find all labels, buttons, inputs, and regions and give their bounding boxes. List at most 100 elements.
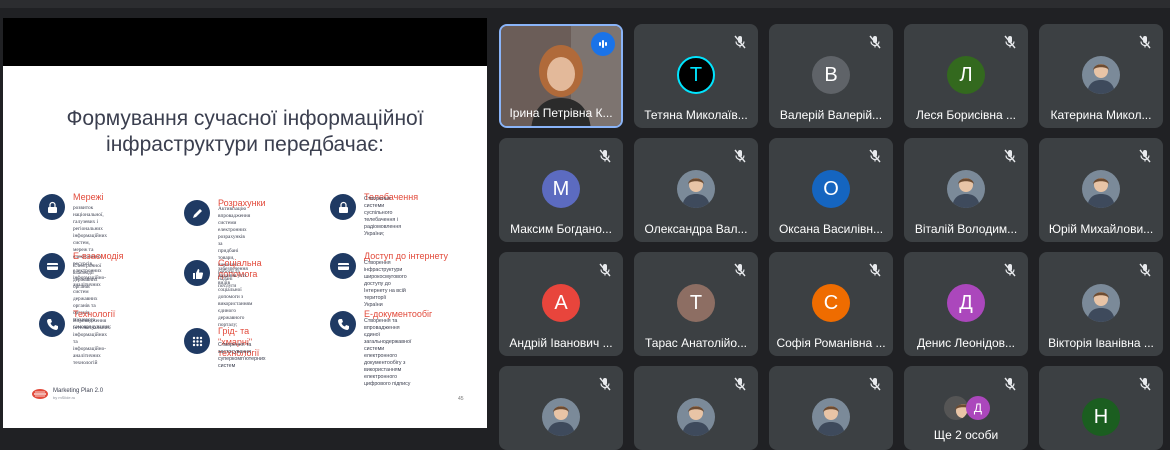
category-title: Е-взаємодія bbox=[73, 251, 124, 261]
participant-tile[interactable] bbox=[634, 366, 758, 450]
participant-name: Вікторія Іванівна ... bbox=[1048, 336, 1154, 350]
mic-off-icon bbox=[597, 376, 613, 392]
mic-off-icon bbox=[867, 376, 883, 392]
participant-name: Андрій Іванович ... bbox=[509, 336, 613, 350]
participant-name: Тетяна Миколаїв... bbox=[644, 108, 748, 122]
participant-tile[interactable]: Вікторія Іванівна ... bbox=[1039, 252, 1163, 356]
participant-tile[interactable]: Юрій Михайлови... bbox=[1039, 138, 1163, 242]
top-bar bbox=[0, 0, 1170, 8]
mic-off-icon bbox=[1137, 262, 1153, 278]
mic-off-icon bbox=[1137, 148, 1153, 164]
mic-off-icon bbox=[1002, 148, 1018, 164]
participant-tile[interactable]: Катерина Микол... bbox=[1039, 24, 1163, 128]
participant-tile[interactable]: А Андрій Іванович ... bbox=[499, 252, 623, 356]
category-description: забезпечення надання усіх видів соціальн… bbox=[218, 266, 253, 328]
avatar: Д bbox=[966, 396, 990, 420]
avatar bbox=[947, 170, 985, 208]
participant-name: Денис Леонідов... bbox=[916, 336, 1016, 350]
mic-off-icon bbox=[597, 262, 613, 278]
participant-name: Віталій Володим... bbox=[914, 222, 1018, 236]
participant-tile[interactable]: T Тетяна Миколаїв... bbox=[634, 24, 758, 128]
footer-brand: Marketing Plan 2.0 bbox=[53, 388, 104, 394]
mic-off-icon bbox=[597, 148, 613, 164]
category-description: Впровадження інтелектуальних інформаційн… bbox=[73, 318, 111, 366]
mic-off-icon bbox=[1002, 262, 1018, 278]
slide-title-line1: Формування сучасної інформаційної bbox=[66, 107, 424, 130]
participant-name: Леся Борисівна ... bbox=[916, 108, 1016, 122]
participant-tile[interactable]: Д Ще 2 особи bbox=[904, 366, 1028, 450]
slide: Формування сучасної інформаційної інфрас… bbox=[3, 66, 487, 428]
meeting-stage: Формування сучасної інформаційної інфрас… bbox=[0, 0, 1170, 450]
avatar-group: Д bbox=[944, 396, 990, 422]
avatar: О bbox=[812, 170, 850, 208]
presentation-area[interactable]: Формування сучасної інформаційної інфрас… bbox=[3, 18, 487, 428]
participant-tile[interactable]: Віталій Володим... bbox=[904, 138, 1028, 242]
category-description: Створення системи суспільного телебаченн… bbox=[364, 196, 402, 237]
participant-tile[interactable]: Ірина Петрівна К... bbox=[499, 24, 623, 128]
participant-tile[interactable]: С Софія Романівна ... bbox=[769, 252, 893, 356]
participant-name: Катерина Микол... bbox=[1050, 108, 1152, 122]
lock-icon bbox=[39, 194, 65, 220]
grid-icon bbox=[184, 328, 210, 354]
avatar: T bbox=[677, 56, 715, 94]
participant-tile[interactable] bbox=[499, 366, 623, 450]
speaking-indicator-icon bbox=[591, 32, 615, 56]
mic-off-icon bbox=[1137, 34, 1153, 50]
avatar: Л bbox=[947, 56, 985, 94]
footer-by: by mSlide.ru bbox=[53, 395, 76, 400]
participant-tile[interactable] bbox=[769, 366, 893, 450]
participant-name: Ще 2 особи bbox=[933, 428, 999, 442]
participant-tile[interactable]: Т Тарас Анатолійо... bbox=[634, 252, 758, 356]
avatar bbox=[1082, 170, 1120, 208]
avatar: Н bbox=[1082, 398, 1120, 436]
participant-name: Ірина Петрівна К... bbox=[509, 106, 613, 120]
avatar: Д bbox=[947, 284, 985, 322]
participant-tile[interactable]: М Максим Богдано... bbox=[499, 138, 623, 242]
card-icon bbox=[330, 253, 356, 279]
slide-page-number: 45 bbox=[458, 396, 464, 402]
avatar: А bbox=[542, 284, 580, 322]
participant-name: Олександра Вал... bbox=[644, 222, 748, 236]
avatar bbox=[677, 170, 715, 208]
participant-name: Тарас Анатолійо... bbox=[644, 336, 747, 350]
avatar: В bbox=[812, 56, 850, 94]
slide-title-line2: інфраструктури передбачає: bbox=[106, 133, 384, 156]
participant-tile[interactable]: О Оксана Василівн... bbox=[769, 138, 893, 242]
mic-off-icon bbox=[732, 148, 748, 164]
mic-off-icon bbox=[867, 34, 883, 50]
participant-tile[interactable]: Н bbox=[1039, 366, 1163, 450]
avatar bbox=[944, 396, 968, 420]
mic-off-icon bbox=[867, 148, 883, 164]
category-description: Електронної взаємодії державних органів bbox=[73, 263, 102, 290]
participant-tile[interactable]: Л Леся Борисівна ... bbox=[904, 24, 1028, 128]
mic-off-icon bbox=[1002, 376, 1018, 392]
footer-logo: Marketing Plan 2.0 by mSlide.ru bbox=[31, 388, 103, 400]
avatar bbox=[1082, 56, 1120, 94]
avatar bbox=[542, 398, 580, 436]
participant-tile[interactable]: Д Денис Леонідов... bbox=[904, 252, 1028, 356]
lock-icon bbox=[330, 194, 356, 220]
avatar bbox=[677, 398, 715, 436]
mic-off-icon bbox=[1002, 34, 1018, 50]
mic-off-icon bbox=[732, 34, 748, 50]
participant-tile[interactable]: Олександра Вал... bbox=[634, 138, 758, 242]
category-description: Створення та застосування суперкомп'ютер… bbox=[218, 342, 266, 369]
participant-tile[interactable]: В Валерій Валерій... bbox=[769, 24, 893, 128]
mic-off-icon bbox=[867, 262, 883, 278]
participant-name: Валерій Валерій... bbox=[779, 108, 883, 122]
pen-icon bbox=[184, 200, 210, 226]
participant-name: Софія Романівна ... bbox=[776, 336, 886, 350]
category-description: Створення інфраструктури широкосмугового… bbox=[364, 260, 407, 308]
brand-logo-icon bbox=[32, 389, 48, 399]
thumb-icon bbox=[184, 260, 210, 286]
avatar: М bbox=[542, 170, 580, 208]
avatar: Т bbox=[677, 284, 715, 322]
mic-off-icon bbox=[732, 376, 748, 392]
avatar bbox=[812, 398, 850, 436]
category-title: Мережі bbox=[73, 192, 104, 202]
participant-name: Юрій Михайлови... bbox=[1048, 222, 1154, 236]
mic-off-icon bbox=[1137, 376, 1153, 392]
card-icon bbox=[39, 253, 65, 279]
mic-off-icon bbox=[732, 262, 748, 278]
participant-name: Максим Богдано... bbox=[510, 222, 612, 236]
